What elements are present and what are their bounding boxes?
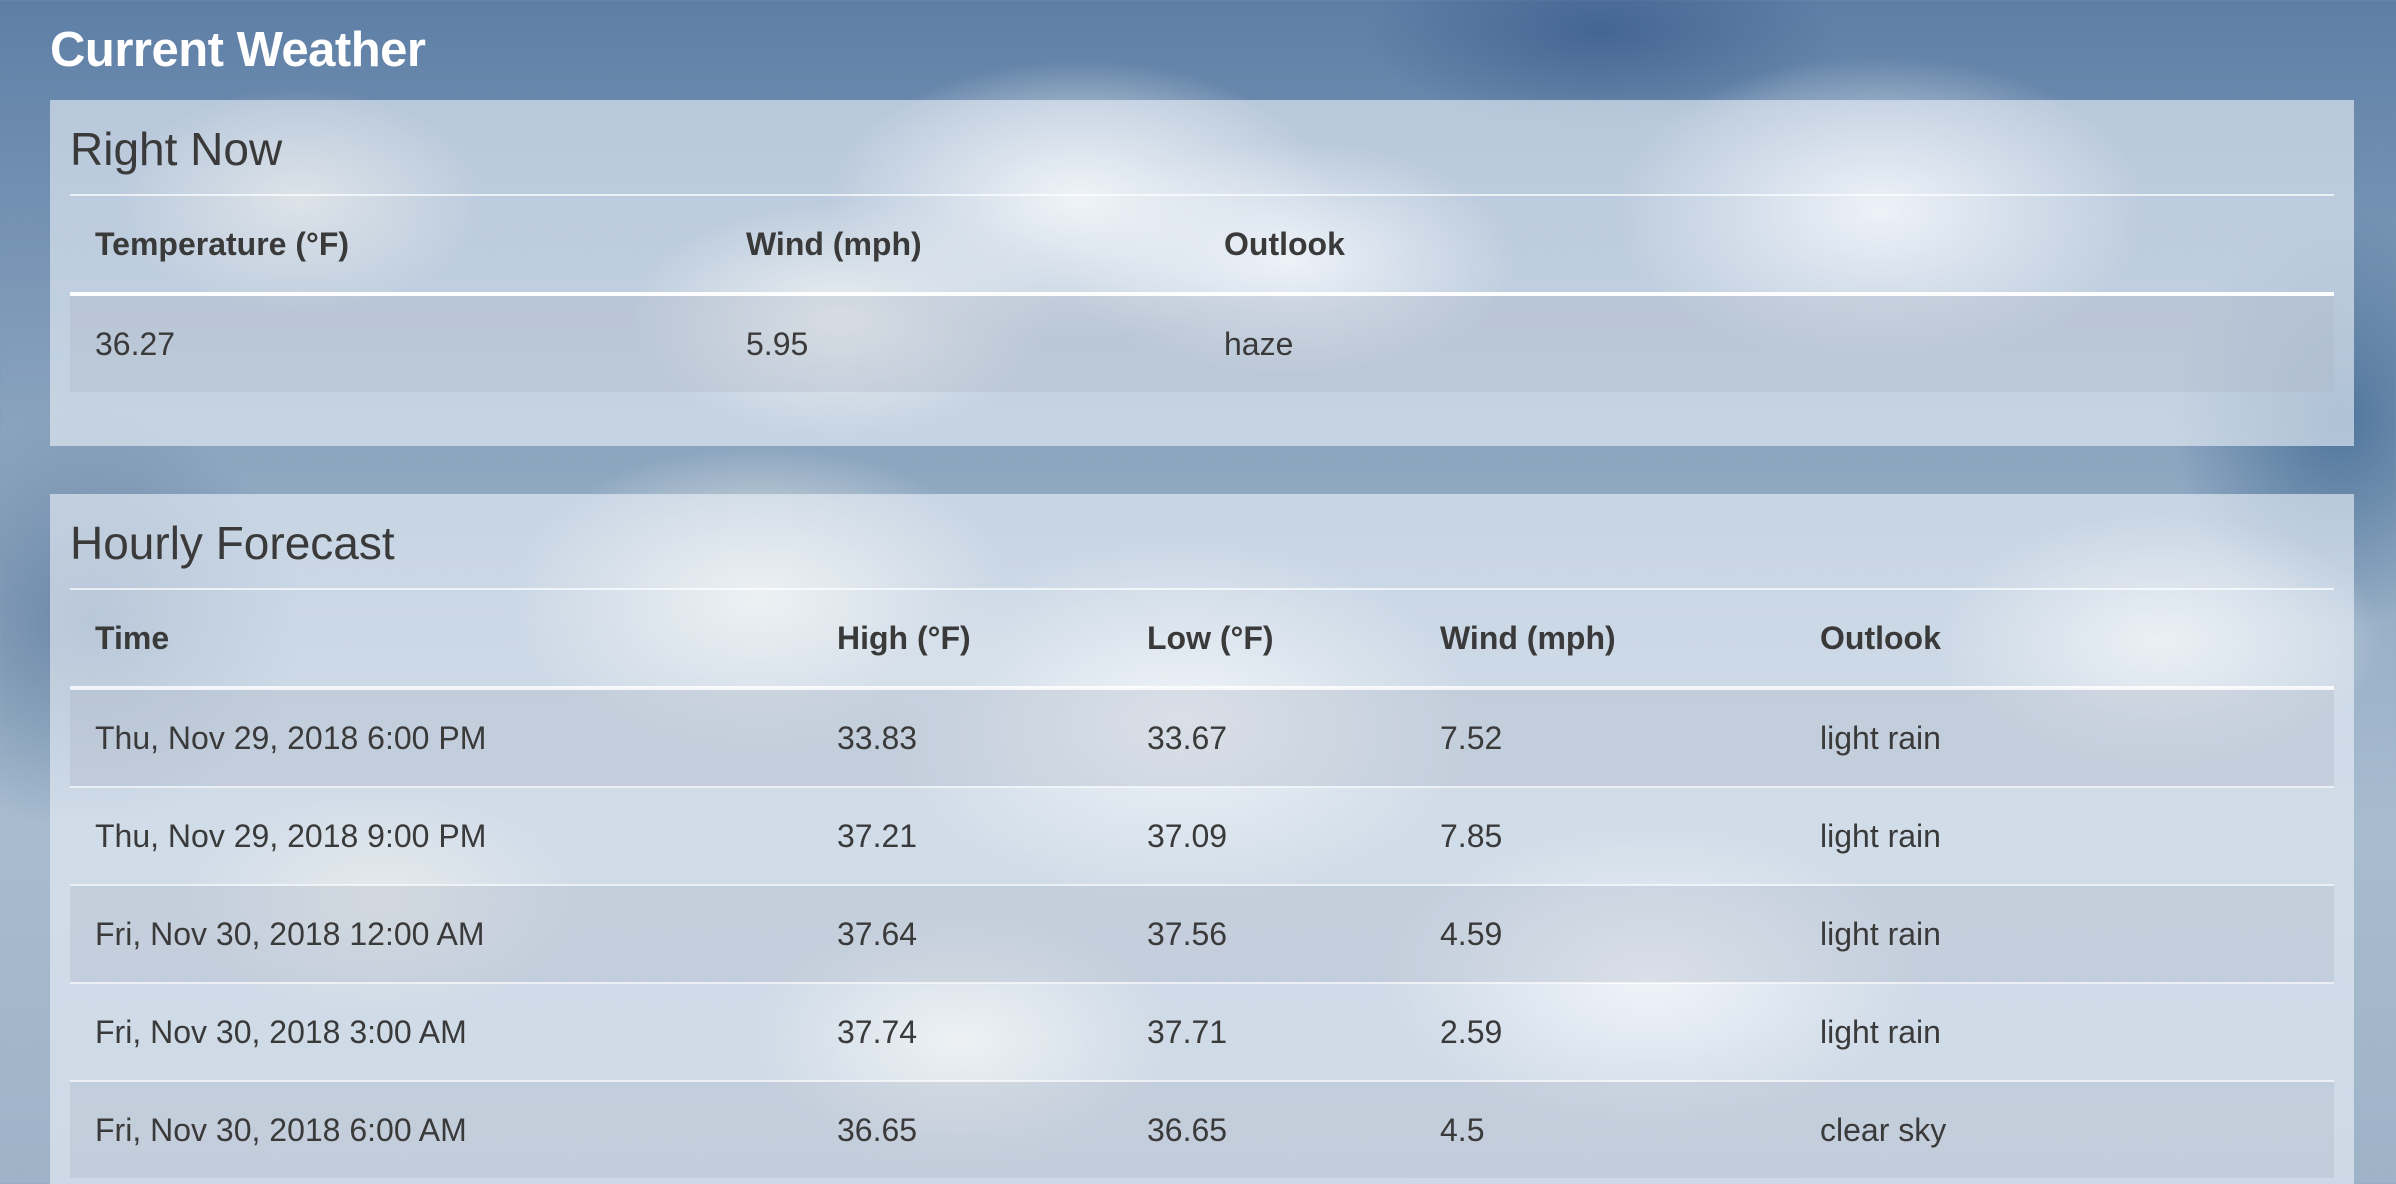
current-temperature: 36.27 [70,294,721,392]
table-row: Fri, Nov 30, 2018 3:00 AM 37.74 37.71 2.… [70,982,2334,1081]
page-title: Current Weather [50,23,426,77]
table-row: Thu, Nov 29, 2018 9:00 PM 37.21 37.09 7.… [70,786,2334,885]
forecast-outlook: light rain [1795,786,2334,885]
right-now-panel: Right Now Temperature (°F) Wind (mph) Ou… [50,100,2354,446]
forecast-wind: 7.85 [1415,786,1795,885]
forecast-outlook: light rain [1795,688,2334,787]
column-header-outlook: Outlook [1199,196,2334,296]
forecast-outlook: light rain [1795,982,2334,1081]
forecast-time: Thu, Nov 29, 2018 6:00 PM [70,688,812,787]
table-row: Fri, Nov 30, 2018 12:00 AM 37.64 37.56 4… [70,884,2334,983]
table-row: 36.27 5.95 haze [70,294,2334,392]
forecast-low: 37.09 [1122,786,1415,885]
hourly-forecast-title: Hourly Forecast [70,517,395,569]
current-conditions-table: Temperature (°F) Wind (mph) Outlook 36.2… [70,196,2334,392]
column-header-wind: Wind (mph) [721,196,1199,296]
table-row: Fri, Nov 30, 2018 6:00 AM 36.65 36.65 4.… [70,1080,2334,1178]
forecast-wind: 4.5 [1415,1080,1795,1178]
hourly-forecast-panel: Hourly Forecast Time High (°F) Low (°F) … [50,494,2354,1184]
column-header-wind: Wind (mph) [1415,590,1795,690]
forecast-wind: 2.59 [1415,982,1795,1081]
forecast-time: Fri, Nov 30, 2018 12:00 AM [70,884,812,983]
forecast-wind: 4.59 [1415,884,1795,983]
forecast-time: Fri, Nov 30, 2018 6:00 AM [70,1080,812,1178]
table-header-row: Time High (°F) Low (°F) Wind (mph) Outlo… [70,590,2334,690]
column-header-outlook: Outlook [1795,590,2334,690]
current-outlook: haze [1199,294,2334,392]
forecast-wind: 7.52 [1415,688,1795,787]
forecast-high: 37.64 [812,884,1122,983]
column-header-time: Time [70,590,812,690]
forecast-low: 33.67 [1122,688,1415,787]
current-wind: 5.95 [721,294,1199,392]
forecast-high: 36.65 [812,1080,1122,1178]
forecast-time: Fri, Nov 30, 2018 3:00 AM [70,982,812,1081]
forecast-high: 37.74 [812,982,1122,1081]
table-header-row: Temperature (°F) Wind (mph) Outlook [70,196,2334,296]
forecast-outlook: light rain [1795,884,2334,983]
forecast-high: 33.83 [812,688,1122,787]
forecast-low: 37.71 [1122,982,1415,1081]
forecast-time: Thu, Nov 29, 2018 9:00 PM [70,786,812,885]
column-header-high: High (°F) [812,590,1122,690]
table-row: Thu, Nov 29, 2018 6:00 PM 33.83 33.67 7.… [70,688,2334,787]
right-now-title: Right Now [70,123,283,175]
column-header-temperature: Temperature (°F) [70,196,721,296]
forecast-low: 37.56 [1122,884,1415,983]
forecast-low: 36.65 [1122,1080,1415,1178]
hourly-forecast-table: Time High (°F) Low (°F) Wind (mph) Outlo… [70,590,2334,1178]
forecast-outlook: clear sky [1795,1080,2334,1178]
column-header-low: Low (°F) [1122,590,1415,690]
forecast-high: 37.21 [812,786,1122,885]
